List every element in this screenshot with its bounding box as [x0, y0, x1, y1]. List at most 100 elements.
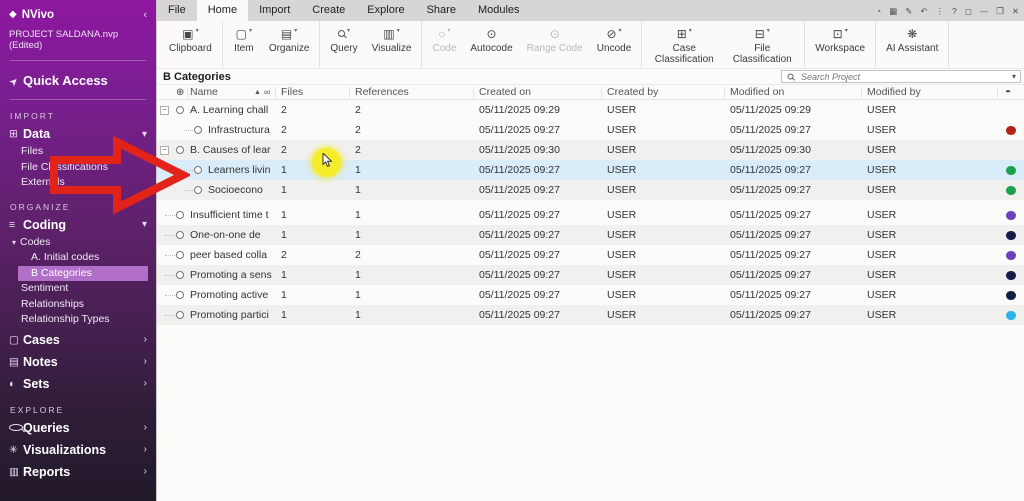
ribbon-button-label: Uncode	[597, 44, 631, 55]
undo-icon[interactable]: ↶	[920, 6, 927, 16]
close-icon[interactable]: ✕	[1012, 6, 1019, 16]
row-modified-on: 05/11/2025 09:27	[730, 305, 811, 325]
sidebar-item-relationship-types[interactable]: Relationship Types	[0, 312, 156, 328]
tab-modules[interactable]: Modules	[467, 0, 531, 21]
sidebar-item-codes[interactable]: ▾Codes	[0, 235, 156, 251]
case-classification-button[interactable]: ⊞▾Case Classification	[645, 21, 723, 68]
tab-file[interactable]: File	[157, 0, 197, 21]
magnifier-icon	[9, 424, 23, 431]
sidebar-item-sentiment[interactable]: Sentiment	[0, 281, 156, 297]
row-references: 2	[355, 140, 361, 160]
save-icon[interactable]: ▦	[889, 6, 897, 16]
table-row-insufficient-time-t[interactable]: Insufficient time t1105/11/2025 09:27USE…	[157, 205, 1024, 225]
cases-icon: ▢	[9, 334, 23, 346]
code-circle-icon	[194, 166, 202, 174]
dropdown-caret-icon: ▾	[689, 27, 692, 34]
item-button[interactable]: ▢▾Item	[226, 21, 262, 68]
ai-assistant-button[interactable]: ❋AI Assistant	[879, 21, 945, 68]
table-row-learners-livin[interactable]: Learners livin1105/11/2025 09:27USER05/1…	[157, 160, 1024, 180]
overflow-icon[interactable]: ⋮	[935, 6, 944, 16]
ribbon-button-label: Autocode	[470, 44, 512, 55]
tab-explore[interactable]: Explore	[356, 0, 415, 21]
table-row-a-learning-chall[interactable]: −A. Learning chall2205/11/2025 09:29USER…	[157, 100, 1024, 120]
sidebar-item-cases[interactable]: ▢Cases›	[0, 330, 156, 350]
row-created-by: USER	[607, 140, 636, 160]
column-header-references[interactable]: References	[355, 85, 409, 100]
row-modified-by: USER	[867, 140, 896, 160]
sidebar-item-b-categories[interactable]: B Categories	[18, 266, 148, 282]
history-icon[interactable]: ◔	[876, 6, 881, 16]
tab-import[interactable]: Import	[248, 0, 301, 21]
row-created-by: USER	[607, 245, 636, 265]
collapse-sidebar-icon[interactable]: ‹	[143, 9, 147, 21]
column-header-name[interactable]: Name	[190, 85, 218, 100]
uncode-button[interactable]: ⊘▾Uncode	[590, 21, 638, 68]
row-created-on: 05/11/2025 09:29	[479, 100, 560, 120]
sidebar-item-queries[interactable]: Queries›	[0, 418, 156, 438]
feedback-icon[interactable]: ◻	[965, 6, 972, 16]
row-modified-by: USER	[867, 245, 896, 265]
sidebar-item-visualizations[interactable]: ✳Visualizations›	[0, 440, 156, 460]
tab-create[interactable]: Create	[301, 0, 356, 21]
help-icon[interactable]: ?	[952, 6, 957, 16]
table-row-promoting-active[interactable]: Promoting active1105/11/2025 09:27USER05…	[157, 285, 1024, 305]
table-row-b-causes-of-lear[interactable]: −B. Causes of lear2205/11/2025 09:30USER…	[157, 140, 1024, 160]
table-row-peer-based-colla[interactable]: peer based colla2205/11/2025 09:27USER05…	[157, 245, 1024, 265]
color-column-icon[interactable]: ◓	[1005, 85, 1011, 100]
clipboard-button[interactable]: ▣▾Clipboard	[162, 21, 219, 68]
table-row-infrastructura[interactable]: Infrastructura2205/11/2025 09:27USER05/1…	[157, 120, 1024, 140]
row-files: 1	[281, 285, 287, 305]
edit-icon[interactable]: ✎	[905, 6, 912, 16]
column-header-created-on[interactable]: Created on	[479, 85, 531, 100]
table-row-socioecono[interactable]: Socioecono1105/11/2025 09:27USER05/11/20…	[157, 180, 1024, 200]
tab-share[interactable]: Share	[416, 0, 467, 21]
table-row-promoting-partici[interactable]: Promoting partici1105/11/2025 09:27USER0…	[157, 305, 1024, 325]
column-header-files[interactable]: Files	[281, 85, 303, 100]
chevron-right-icon: ›	[144, 356, 147, 367]
tab-home[interactable]: Home	[197, 0, 248, 21]
sidebar-item-quick-access[interactable]: ➤ Quick Access	[0, 70, 156, 90]
chevron-down-icon[interactable]: ▾	[1012, 72, 1016, 81]
search-box: ▾	[781, 70, 1021, 83]
column-header-created-by[interactable]: Created by	[607, 85, 658, 100]
workspace-button[interactable]: ⊡▾Workspace	[808, 21, 872, 68]
ribbon-button-label: Clipboard	[169, 44, 212, 55]
organize-button[interactable]: ▤▾Organize	[262, 21, 317, 68]
dropdown-caret-icon: ▾	[845, 27, 848, 34]
row-created-by: USER	[607, 205, 636, 225]
sidebar-item-relationships[interactable]: Relationships	[0, 297, 156, 313]
table-row-one-on-one-de[interactable]: One-on-one de1105/11/2025 09:27USER05/11…	[157, 225, 1024, 245]
link-column-icon[interactable]: ∞	[264, 85, 270, 100]
row-files: 2	[281, 100, 287, 120]
sidebar-item-reports[interactable]: ▥Reports›	[0, 462, 156, 482]
sidebar-item-notes[interactable]: ▤Notes›	[0, 352, 156, 372]
column-header-modified-on[interactable]: Modified on	[730, 85, 784, 100]
sidebar-item-sets[interactable]: ◐Sets›	[0, 374, 156, 394]
row-references: 2	[355, 245, 361, 265]
sets-icon: ◐	[9, 378, 23, 390]
chevron-right-icon: ›	[144, 378, 147, 389]
row-references: 2	[355, 120, 361, 140]
row-references: 1	[355, 160, 361, 180]
dropdown-caret-icon: ▾	[347, 27, 350, 34]
row-name: A. Learning chall	[190, 100, 268, 120]
restore-icon[interactable]: ❐	[996, 6, 1004, 16]
minimize-icon[interactable]: —	[980, 6, 989, 16]
visualize-button[interactable]: ▥▾Visualize	[365, 21, 419, 68]
code-circle-icon	[176, 231, 184, 239]
collapse-node-icon[interactable]: −	[160, 106, 169, 115]
search-input[interactable]	[794, 72, 1012, 82]
sidebar-item-label: B Categories	[31, 267, 92, 279]
sidebar-item-a-initial-codes[interactable]: A. Initial codes	[0, 250, 156, 266]
ribbon-button-label: Visualize	[372, 44, 412, 55]
code-column-icon[interactable]: ⊕	[176, 85, 184, 100]
file-classification-button[interactable]: ⊟▾File Classification	[723, 21, 801, 68]
row-created-on: 05/11/2025 09:27	[479, 205, 560, 225]
query-button[interactable]: ▾Query	[323, 21, 364, 68]
autocode-button[interactable]: ⊙Autocode	[463, 21, 519, 68]
range-code-icon: ⊙	[550, 27, 560, 41]
case-classification-icon: ⊞	[677, 27, 687, 41]
column-header-modified-by[interactable]: Modified by	[867, 85, 921, 100]
table-row-promoting-a-sens[interactable]: Promoting a sens1105/11/2025 09:27USER05…	[157, 265, 1024, 285]
sort-ascending-icon[interactable]: ▲	[254, 85, 261, 100]
